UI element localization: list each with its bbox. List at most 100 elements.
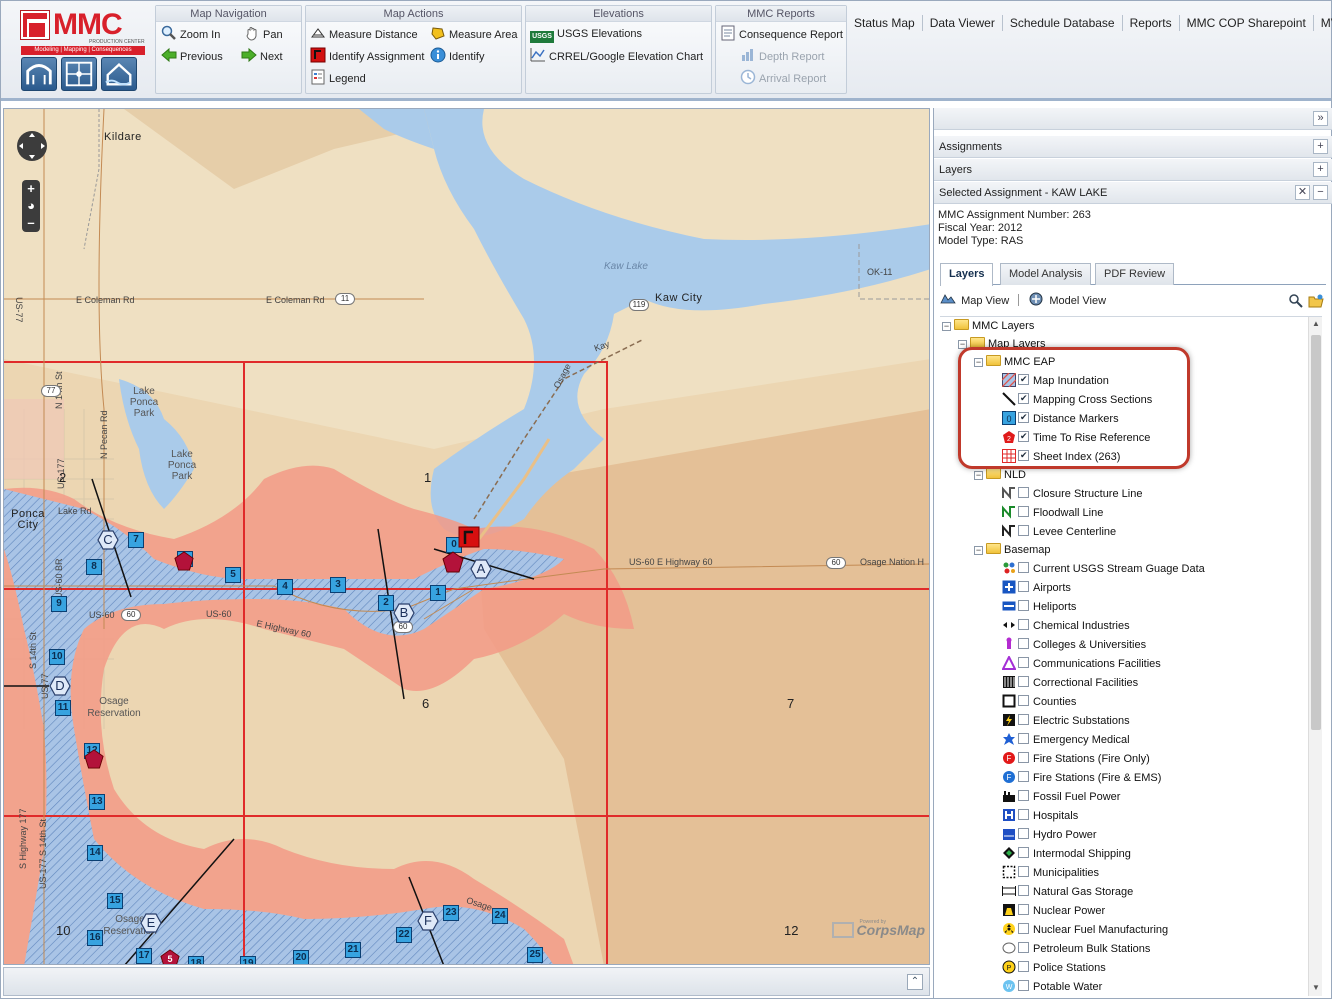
- checkbox[interactable]: [1018, 733, 1029, 744]
- distance-marker[interactable]: 22: [396, 927, 412, 943]
- tree-node-nld[interactable]: − NLD: [974, 466, 1026, 485]
- checkbox[interactable]: [1018, 790, 1029, 801]
- tree-node-mmc-layers[interactable]: − MMC Layers: [942, 317, 1034, 336]
- layer-fire-stations-fire-only[interactable]: F Fire Stations (Fire Only): [1002, 750, 1150, 769]
- distance-marker[interactable]: 24: [492, 908, 508, 924]
- distance-marker[interactable]: 15: [107, 893, 123, 909]
- checkbox[interactable]: [1018, 923, 1029, 934]
- checkbox[interactable]: [1018, 714, 1029, 725]
- expand-up-button[interactable]: ⌃: [907, 974, 923, 990]
- checkbox[interactable]: [1018, 506, 1029, 517]
- checkbox[interactable]: [1018, 450, 1029, 461]
- checkbox[interactable]: [1018, 562, 1029, 573]
- checkbox[interactable]: [1018, 695, 1029, 706]
- collapse-toggle[interactable]: −: [974, 358, 983, 367]
- layer-petroleum-bulk-stations[interactable]: Petroleum Bulk Stations: [1002, 940, 1150, 959]
- layer-emergency-medical[interactable]: Emergency Medical: [1002, 731, 1130, 750]
- nav-tab-mmc-cop-sharepoint[interactable]: MMC COP Sharepoint: [1180, 15, 1314, 31]
- layer-current-usgs-stream-guage-data[interactable]: Current USGS Stream Guage Data: [1002, 560, 1205, 579]
- nav-tab-status-map[interactable]: Status Map: [847, 15, 923, 31]
- collapse-toggle[interactable]: −: [974, 546, 983, 555]
- expand-layers-button[interactable]: +: [1313, 162, 1328, 177]
- cross-section-marker[interactable]: F: [417, 911, 439, 931]
- distance-marker[interactable]: 4: [277, 579, 293, 595]
- layer-police-stations[interactable]: P Police Stations: [1002, 959, 1106, 978]
- distance-marker[interactable]: 23: [443, 905, 459, 921]
- tab-layers[interactable]: Layers: [940, 263, 994, 286]
- checkbox[interactable]: [1018, 866, 1029, 877]
- consequences-tile-icon[interactable]: [101, 57, 137, 91]
- layer-chemical-industries[interactable]: Chemical Industries: [1002, 617, 1130, 636]
- time-to-rise-marker[interactable]: [84, 749, 104, 769]
- identify-button[interactable]: Identify: [430, 47, 484, 65]
- distance-marker[interactable]: 21: [345, 942, 361, 958]
- distance-marker[interactable]: 9: [51, 596, 67, 612]
- map-view[interactable]: Kildare Kaw Lake Kaw City Lake Ponca Par…: [3, 108, 930, 965]
- checkbox[interactable]: [1018, 771, 1029, 782]
- layer-potable-water[interactable]: W Potable Water: [1002, 978, 1102, 996]
- next-button[interactable]: Next: [241, 47, 283, 65]
- checkbox[interactable]: [1018, 809, 1029, 820]
- layer-municipalities[interactable]: Municipalities: [1002, 864, 1099, 883]
- layer-levee-centerline[interactable]: Levee Centerline: [1002, 523, 1116, 542]
- distance-marker[interactable]: 3: [330, 577, 346, 593]
- distance-marker[interactable]: 14: [87, 845, 103, 861]
- consequence-report-button[interactable]: Consequence Report: [720, 25, 843, 43]
- modeling-tile-icon[interactable]: [21, 57, 57, 91]
- layer-tree-scrollbar[interactable]: ▲ ▼: [1308, 317, 1322, 996]
- time-to-rise-marker[interactable]: [442, 551, 464, 573]
- distance-marker[interactable]: 8: [86, 559, 102, 575]
- measure-distance-button[interactable]: Measure Distance: [310, 25, 418, 43]
- nav-tab-schedule-database[interactable]: Schedule Database: [1003, 15, 1123, 31]
- assignments-header[interactable]: Assignments +: [934, 136, 1332, 158]
- distance-marker[interactable]: 7: [128, 532, 144, 548]
- previous-button[interactable]: Previous: [161, 47, 223, 65]
- layer-hydro-power[interactable]: Hydro Power: [1002, 826, 1097, 845]
- crrel-elevation-chart-button[interactable]: CRREL/Google Elevation Chart: [530, 47, 703, 65]
- open-folder-icon[interactable]: [1308, 293, 1324, 309]
- distance-marker[interactable]: 13: [89, 794, 105, 810]
- distance-marker[interactable]: 17: [136, 948, 152, 964]
- layer-mapping-cross-sections[interactable]: Mapping Cross Sections: [1002, 391, 1152, 410]
- distance-marker[interactable]: 25: [527, 947, 543, 963]
- checkbox[interactable]: [1018, 904, 1029, 915]
- layer-nuclear-fuel-manufacturing[interactable]: Nuclear Fuel Manufacturing: [1002, 921, 1168, 940]
- arrival-report-button[interactable]: Arrival Report: [740, 69, 826, 87]
- usgs-elevations-button[interactable]: USGS USGS Elevations: [530, 25, 642, 43]
- checkbox[interactable]: [1018, 525, 1029, 536]
- distance-marker[interactable]: 18: [188, 956, 204, 964]
- distance-marker[interactable]: 10: [49, 649, 65, 665]
- model-view-button[interactable]: Model View: [1028, 292, 1106, 307]
- nav-tab-data-viewer[interactable]: Data Viewer: [923, 15, 1003, 31]
- layer-colleges-universities[interactable]: Colleges & Universities: [1002, 636, 1146, 655]
- cross-section-marker[interactable]: E: [140, 913, 162, 933]
- checkbox[interactable]: [1018, 961, 1029, 972]
- distance-marker[interactable]: 16: [87, 930, 103, 946]
- layer-floodwall-line[interactable]: Floodwall Line: [1002, 504, 1103, 523]
- distance-marker[interactable]: 19: [240, 956, 256, 964]
- distance-marker[interactable]: 2: [378, 595, 394, 611]
- scrollbar-thumb[interactable]: [1311, 335, 1321, 730]
- layer-heliports[interactable]: Heliports: [1002, 598, 1076, 617]
- checkbox[interactable]: [1018, 431, 1029, 442]
- legend-button[interactable]: Legend: [310, 69, 366, 87]
- layer-time-to-rise-reference[interactable]: 2 Time To Rise Reference: [1002, 429, 1150, 448]
- distance-marker[interactable]: 5: [225, 567, 241, 583]
- pan-control[interactable]: [16, 126, 48, 166]
- measure-area-button[interactable]: Measure Area: [430, 25, 517, 43]
- distance-marker[interactable]: 20: [293, 950, 309, 964]
- checkbox[interactable]: [1018, 619, 1029, 630]
- nav-tab-mvk[interactable]: MVK: [1314, 15, 1332, 31]
- checkbox[interactable]: [1018, 600, 1029, 611]
- time-to-rise-marker[interactable]: [174, 551, 194, 571]
- distance-marker[interactable]: 1: [430, 585, 446, 601]
- layer-closure-structure-line[interactable]: Closure Structure Line: [1002, 485, 1142, 504]
- expand-assignments-button[interactable]: +: [1313, 139, 1328, 154]
- collapse-toggle[interactable]: −: [958, 340, 967, 349]
- checkbox[interactable]: [1018, 393, 1029, 404]
- scroll-down-icon[interactable]: ▼: [1309, 983, 1322, 995]
- checkbox[interactable]: [1018, 828, 1029, 839]
- close-assignment-button[interactable]: ✕: [1295, 185, 1310, 200]
- collapse-assignment-button[interactable]: −: [1313, 185, 1328, 200]
- identify-assignment-button[interactable]: Identify Assignment: [310, 47, 424, 65]
